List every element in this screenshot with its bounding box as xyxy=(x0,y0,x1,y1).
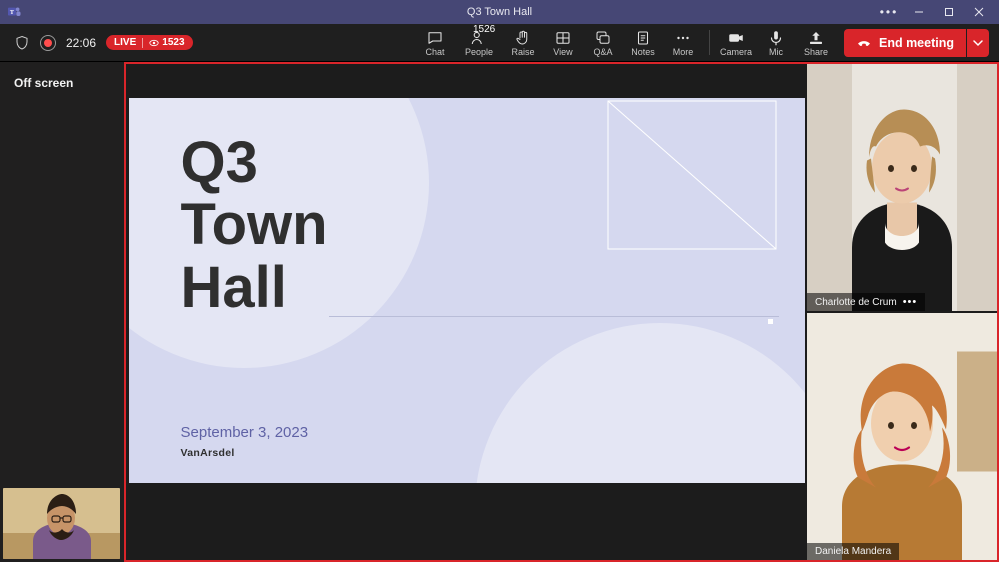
stage: Q3 Town Hall September 3, 2023 VanArsdel xyxy=(124,62,999,562)
self-video-placeholder-icon xyxy=(3,488,120,559)
view-button[interactable]: View xyxy=(543,24,583,61)
share-button[interactable]: Share xyxy=(796,24,836,61)
share-icon xyxy=(807,29,825,47)
end-meeting-menu-button[interactable] xyxy=(967,29,989,57)
participant-name-label: Charlotte de Crum ••• xyxy=(807,293,925,311)
titlebar: T Q3 Town Hall ••• xyxy=(0,0,999,24)
participant-feed-column: Charlotte de Crum ••• xyxy=(807,64,997,560)
view-grid-icon xyxy=(554,29,572,47)
people-count: 1526 xyxy=(473,24,495,35)
end-meeting-button[interactable]: End meeting xyxy=(844,29,966,57)
chevron-down-icon xyxy=(973,38,983,48)
camera-icon xyxy=(727,29,745,47)
chat-icon xyxy=(426,29,444,47)
raise-hand-button[interactable]: Raise xyxy=(503,24,543,61)
window-title: Q3 Town Hall xyxy=(467,6,532,18)
self-video-thumb[interactable] xyxy=(3,488,120,559)
mic-icon xyxy=(767,29,785,47)
live-badge: LIVE 1523 xyxy=(106,35,192,50)
titlebar-more-icon[interactable]: ••• xyxy=(875,0,903,24)
recording-indicator-icon xyxy=(40,35,56,51)
meeting-controlbar: 22:06 LIVE 1523 Chat 1526 People Raise V… xyxy=(0,24,999,62)
offscreen-panel: Off screen xyxy=(0,62,124,562)
participant-feed[interactable]: Charlotte de Crum ••• xyxy=(807,64,997,311)
toolbar-divider xyxy=(709,30,710,55)
maximize-button[interactable] xyxy=(935,0,963,24)
meeting-timer: 22:06 xyxy=(66,36,96,50)
notes-icon xyxy=(634,29,652,47)
close-button[interactable] xyxy=(965,0,993,24)
participant-more-icon[interactable]: ••• xyxy=(903,296,918,308)
slide-brand: VanArsdel xyxy=(181,447,235,459)
participant-feed[interactable]: Daniela Mandera xyxy=(807,313,997,560)
end-meeting-label: End meeting xyxy=(879,36,954,50)
people-button[interactable]: 1526 People xyxy=(455,24,503,61)
participant-name-label: Daniela Mandera xyxy=(807,543,899,560)
qa-button[interactable]: Q&A xyxy=(583,24,623,61)
mic-button[interactable]: Mic xyxy=(756,24,796,61)
raise-hand-icon xyxy=(514,29,532,47)
qa-icon xyxy=(594,29,612,47)
participant-video-placeholder-icon xyxy=(807,313,997,560)
more-icon xyxy=(674,29,692,47)
slide-date: September 3, 2023 xyxy=(181,424,309,441)
offscreen-heading: Off screen xyxy=(14,76,110,90)
eye-icon xyxy=(149,38,159,48)
hangup-icon xyxy=(856,35,872,51)
presentation-slide: Q3 Town Hall September 3, 2023 VanArsdel xyxy=(129,98,805,483)
notes-button[interactable]: Notes xyxy=(623,24,663,61)
participant-video-placeholder-icon xyxy=(807,64,997,311)
minimize-button[interactable] xyxy=(905,0,933,24)
chat-button[interactable]: Chat xyxy=(415,24,455,61)
svg-text:T: T xyxy=(10,10,14,16)
more-button[interactable]: More xyxy=(663,24,703,61)
camera-button[interactable]: Camera xyxy=(716,24,756,61)
shield-icon[interactable] xyxy=(14,35,30,51)
teams-logo-icon: T xyxy=(8,5,22,19)
live-badge-label: LIVE xyxy=(114,37,136,48)
shared-content[interactable]: Q3 Town Hall September 3, 2023 VanArsdel xyxy=(126,64,807,560)
slide-decor-rect xyxy=(607,100,777,250)
viewer-count: 1523 xyxy=(162,37,184,48)
slide-title: Q3 Town Hall xyxy=(181,132,328,320)
